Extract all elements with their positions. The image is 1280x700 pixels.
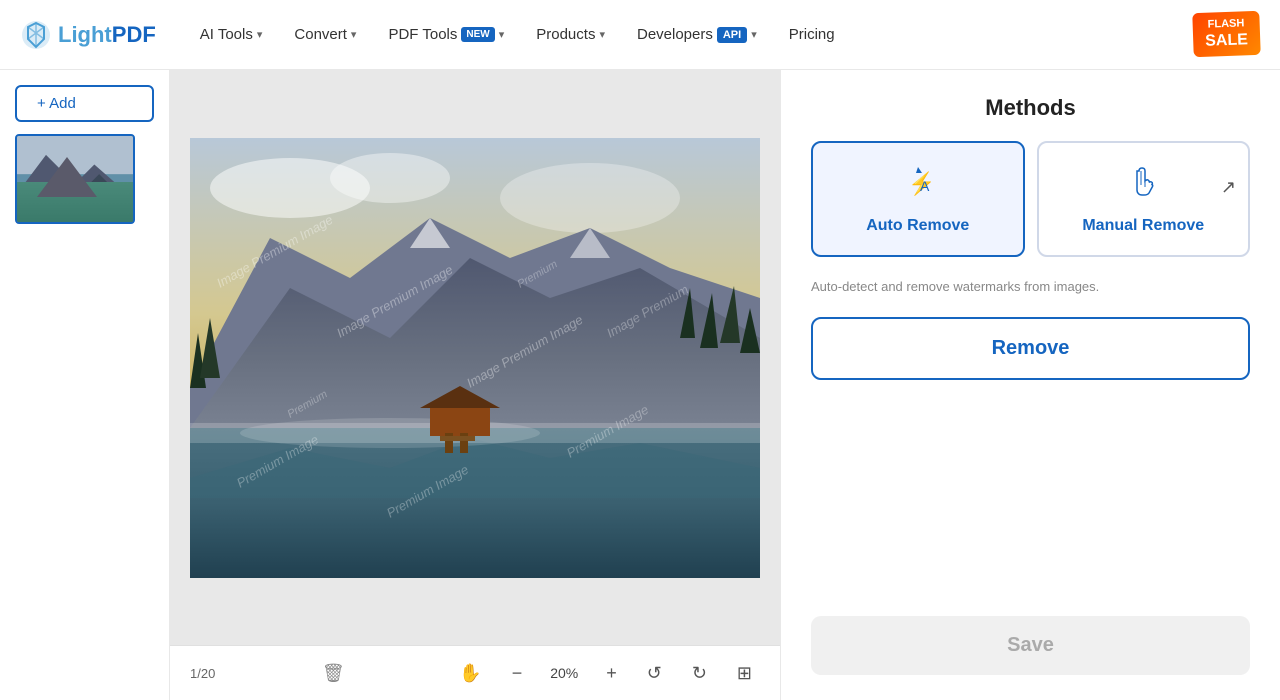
method-description: Auto-detect and remove watermarks from i… — [811, 277, 1250, 297]
manual-remove-icon — [1125, 163, 1161, 207]
logo-icon — [20, 19, 52, 51]
trash-container: 🗑 — [322, 663, 345, 684]
methods-grid: ⚡ A Auto Remove Manual Remove ↗ — [811, 141, 1250, 257]
flash-sale-line1: FLASH — [1205, 18, 1248, 33]
nav-pdf-tools[interactable]: PDF Tools NEW ▾ — [374, 18, 518, 51]
canvas-container[interactable]: Image Premium Image Image Premium Image … — [170, 70, 780, 645]
manual-remove-card[interactable]: Manual Remove ↗ — [1037, 141, 1251, 257]
undo-button[interactable]: ↺ — [639, 659, 670, 688]
new-badge: NEW — [461, 27, 494, 42]
logo-text: LightPDF — [58, 22, 156, 48]
cursor-icon: ↗ — [1221, 177, 1236, 221]
auto-remove-card[interactable]: ⚡ A Auto Remove — [811, 141, 1025, 257]
zoom-out-button[interactable]: − — [504, 659, 531, 688]
nav-products[interactable]: Products ▾ — [522, 18, 619, 51]
image-thumbnail[interactable] — [15, 134, 135, 224]
main-image-svg: Image Premium Image Image Premium Image … — [190, 138, 760, 578]
nav-pricing[interactable]: Pricing — [775, 18, 849, 51]
methods-title: Methods — [811, 95, 1250, 121]
api-badge: API — [717, 27, 747, 43]
chevron-down-icon: ▾ — [751, 28, 757, 41]
header: LightPDF AI Tools ▾ Convert ▾ PDF Tools … — [0, 0, 1280, 70]
thumbnail-image — [17, 136, 133, 222]
image-canvas: Image Premium Image Image Premium Image … — [190, 138, 760, 578]
zoom-controls: ✋ − 20% + ↺ ↻ ⊞ — [451, 659, 760, 688]
chevron-down-icon: ▾ — [351, 28, 357, 41]
manual-remove-label: Manual Remove — [1082, 217, 1204, 235]
chevron-down-icon: ▾ — [257, 28, 263, 41]
nav-ai-tools[interactable]: AI Tools ▾ — [186, 18, 277, 51]
svg-text:A: A — [920, 178, 930, 194]
redo-button[interactable]: ↻ — [684, 659, 715, 688]
chevron-down-icon: ▾ — [499, 28, 505, 41]
hand-tool-button[interactable]: ✋ — [451, 659, 489, 688]
auto-remove-icon: ⚡ A — [900, 163, 936, 207]
main-content: + Add — [0, 70, 1280, 700]
thumbnail-svg — [17, 136, 133, 222]
logo[interactable]: LightPDF — [20, 19, 156, 51]
delete-button[interactable]: 🗑 — [322, 663, 345, 684]
page-counter: 1/20 — [190, 666, 215, 681]
auto-remove-label: Auto Remove — [866, 217, 969, 235]
sidebar: + Add — [0, 70, 170, 700]
remove-button[interactable]: Remove — [811, 317, 1250, 380]
chevron-down-icon: ▾ — [599, 28, 605, 41]
flash-sale-line2: SALE — [1205, 32, 1248, 50]
compare-button[interactable]: ⊞ — [729, 659, 760, 688]
main-nav: AI Tools ▾ Convert ▾ PDF Tools NEW ▾ Pro… — [186, 18, 1184, 51]
save-button: Save — [811, 616, 1250, 675]
add-button[interactable]: + Add — [15, 85, 154, 122]
zoom-in-button[interactable]: + — [598, 659, 625, 688]
zoom-level-display: 20% — [544, 665, 584, 681]
nav-developers[interactable]: Developers API ▾ — [623, 18, 771, 51]
nav-convert[interactable]: Convert ▾ — [280, 18, 370, 51]
right-panel: Methods ⚡ A Auto Remove — [780, 70, 1280, 700]
canvas-area: Image Premium Image Image Premium Image … — [170, 70, 780, 700]
flash-sale-banner[interactable]: FLASH SALE — [1193, 11, 1261, 58]
canvas-toolbar: 1/20 🗑 ✋ − 20% + ↺ ↻ ⊞ — [170, 645, 780, 700]
